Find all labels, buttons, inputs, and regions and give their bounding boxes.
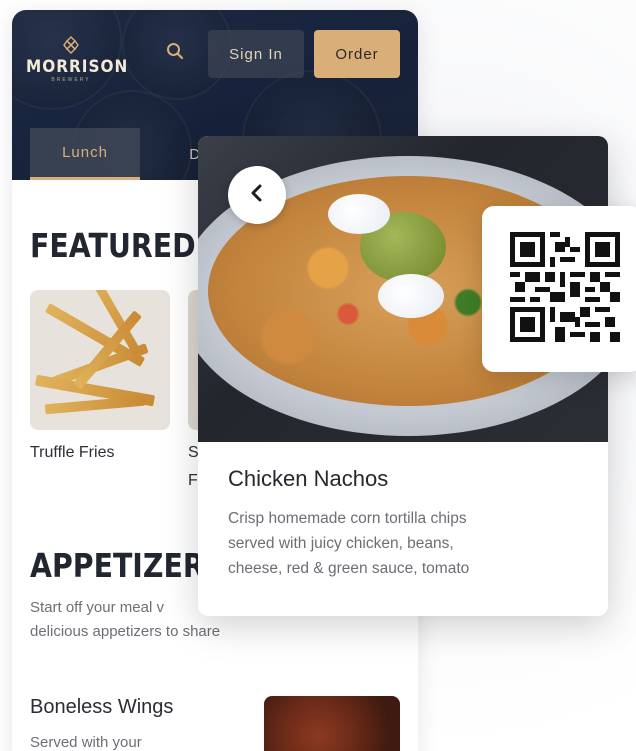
- brand-subtitle: BREWERY: [51, 77, 91, 83]
- brand-logo[interactable]: MORRISON BREWERY: [26, 36, 129, 83]
- order-button[interactable]: Order: [314, 30, 400, 78]
- boneless-wings-description: Served with your: [30, 734, 142, 751]
- featured-item-label-line2[interactable]: F: [188, 472, 198, 490]
- brand-name: MORRISON: [26, 57, 129, 77]
- back-button[interactable]: [228, 166, 286, 224]
- item-title: Chicken Nachos: [228, 466, 389, 491]
- boneless-wings-image[interactable]: [264, 696, 400, 751]
- item-description: Crisp homemade corn tortilla chips serve…: [228, 506, 558, 581]
- sign-in-button[interactable]: Sign In: [208, 30, 304, 78]
- search-icon: [166, 42, 184, 65]
- truffle-fries-image[interactable]: [30, 290, 170, 430]
- tab-lunch[interactable]: Lunch: [30, 128, 140, 180]
- item-description-line: cheese, red & green sauce, tomato: [228, 560, 470, 577]
- search-button[interactable]: [157, 36, 193, 70]
- featured-section-title: FEATURED: [30, 226, 196, 265]
- item-description-line: Crisp homemade corn tortilla chips: [228, 510, 467, 527]
- hop-icon: [26, 36, 116, 57]
- qr-code-icon: [510, 232, 620, 342]
- truffle-fries-label[interactable]: Truffle Fries: [30, 444, 114, 462]
- chevron-left-icon: [249, 184, 265, 207]
- qr-code-badge[interactable]: [482, 206, 636, 372]
- appetizers-section-title: APPETIZER: [30, 546, 205, 585]
- boneless-wings-title[interactable]: Boneless Wings: [30, 696, 173, 719]
- appetizers-description-line2: delicious appetizers to share: [30, 623, 221, 640]
- appetizers-description-line1: Start off your meal v: [30, 599, 164, 616]
- item-description-line: served with juicy chicken, beans,: [228, 535, 454, 552]
